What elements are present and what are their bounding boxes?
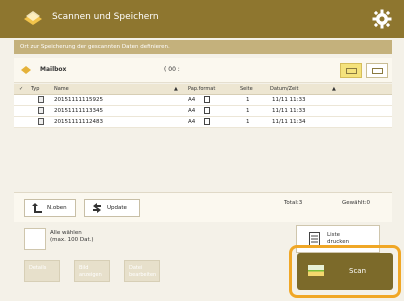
print-list-line1: Liste xyxy=(327,232,340,238)
select-all-line1: Alle wählen xyxy=(50,230,82,236)
file-datetime: 11/11 11:33 xyxy=(272,97,306,103)
table-row[interactable]: 20151111113345 A4 1 11/11 11:33 xyxy=(14,106,392,117)
print-list-label: Liste drucken xyxy=(327,232,349,246)
scan-label: Scan xyxy=(349,267,367,275)
edit-file-line2: bearbeiten xyxy=(129,272,157,278)
scanner-icon xyxy=(308,265,324,276)
thumbnail-view-icon xyxy=(372,68,383,74)
select-all-line2: (max. 100 Dat.) xyxy=(50,237,94,243)
mailbox-label: Mailbox xyxy=(40,66,67,73)
header-type[interactable]: Typ xyxy=(31,86,39,92)
scan-button-highlight: Scan xyxy=(289,245,401,298)
scan-app-icon xyxy=(24,11,42,25)
show-image-button[interactable]: Bild anzeigen xyxy=(74,260,110,282)
list-footer: N.oben Update Total:3 Gewählt:0 xyxy=(14,192,392,223)
header-datetime[interactable]: Datum/Zeit xyxy=(270,86,298,92)
mailbox-bar: Mailbox ( 00 : xyxy=(14,58,392,83)
up-level-button[interactable]: N.oben xyxy=(24,199,76,217)
file-datetime: 11/11 11:33 xyxy=(272,108,306,114)
file-name: 20151111112483 xyxy=(54,119,103,125)
title-bar: Scannen und Speichern xyxy=(0,0,404,38)
header-pages[interactable]: Seite xyxy=(240,86,253,92)
file-name: 20151111113345 xyxy=(54,108,103,114)
header-paper-format[interactable]: Pap.format xyxy=(188,86,215,92)
file-name: 20151111115925 xyxy=(54,97,103,103)
datetime-sort-icon: ▲ xyxy=(332,86,336,92)
gear-icon[interactable] xyxy=(372,9,392,29)
file-pages: 1 xyxy=(246,108,250,114)
file-table: ✓ Typ Name ▲ Pap.format Seite Datum/Zeit… xyxy=(14,84,392,128)
file-pages: 1 xyxy=(246,97,250,103)
details-button[interactable]: Details xyxy=(24,260,60,282)
refresh-icon xyxy=(93,203,101,213)
total-count: Total:3 xyxy=(284,200,303,206)
list-view-icon xyxy=(346,68,357,74)
update-button[interactable]: Update xyxy=(84,199,140,217)
window-title: Scannen und Speichern xyxy=(52,12,159,22)
select-all-checkbox[interactable] xyxy=(24,228,46,250)
selected-count: Gewählt:0 xyxy=(342,200,371,206)
file-icon xyxy=(38,107,44,114)
mailbox-icon xyxy=(21,66,31,74)
update-label: Update xyxy=(107,205,127,211)
mailbox-count: ( 00 : xyxy=(164,66,180,73)
name-sort-icon: ▲ xyxy=(174,86,178,92)
file-format: A4 xyxy=(188,97,196,103)
instruction-notice: Ort zur Speicherung der gescannten Daten… xyxy=(14,40,392,54)
page-icon xyxy=(204,107,210,114)
file-icon xyxy=(38,118,44,125)
screen: Scannen und Speichern Ort zur Speicherun… xyxy=(0,0,404,301)
thumbnail-view-button[interactable] xyxy=(366,63,388,78)
arrow-up-icon xyxy=(32,203,42,213)
edit-file-line1: Datei xyxy=(129,265,143,271)
table-header: ✓ Typ Name ▲ Pap.format Seite Datum/Zeit… xyxy=(14,84,392,95)
file-datetime: 11/11 11:34 xyxy=(272,119,306,125)
up-level-label: N.oben xyxy=(47,205,67,211)
details-label: Details xyxy=(29,265,47,271)
header-name[interactable]: Name xyxy=(54,86,69,92)
edit-file-button[interactable]: Datei bearbeiten xyxy=(124,260,160,282)
scan-button[interactable]: Scan xyxy=(297,253,393,290)
page-icon xyxy=(204,96,210,103)
header-check[interactable]: ✓ xyxy=(19,86,23,92)
list-view-button[interactable] xyxy=(340,63,362,78)
file-format: A4 xyxy=(188,119,196,125)
table-row[interactable]: 20151111112483 A4 1 11/11 11:34 xyxy=(14,117,392,128)
file-pages: 1 xyxy=(246,119,250,125)
file-icon xyxy=(38,96,44,103)
show-image-line2: anzeigen xyxy=(79,272,102,278)
page-icon xyxy=(204,118,210,125)
show-image-line1: Bild xyxy=(79,265,89,271)
table-row[interactable]: 20151111115925 A4 1 11/11 11:33 xyxy=(14,95,392,106)
list-print-icon xyxy=(309,232,320,246)
file-format: A4 xyxy=(188,108,196,114)
select-all-label: Alle wählen (max. 100 Dat.) xyxy=(50,230,94,244)
